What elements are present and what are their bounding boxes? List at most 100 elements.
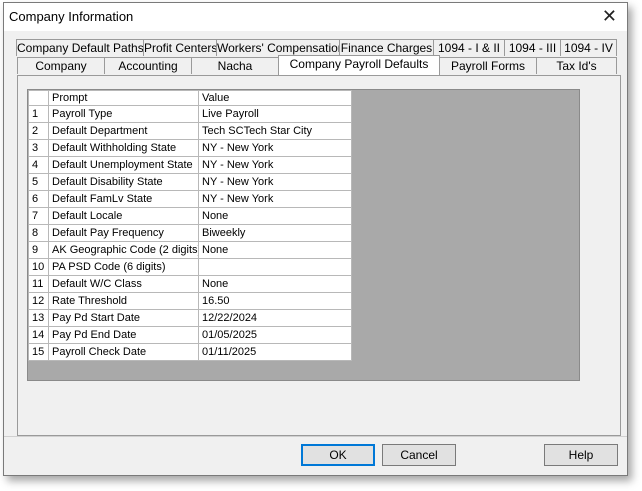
prompt-cell: Default Pay Frequency [48, 224, 199, 242]
tab-label: 1094 - III [508, 41, 557, 55]
tab-label: Accounting [118, 59, 178, 73]
prompt-cell: Pay Pd End Date [48, 326, 199, 344]
prompt-cell: AK Geographic Code (2 digits) [48, 241, 199, 259]
value-cell[interactable]: None [198, 275, 352, 293]
company-information-window: Company Information ✕ Company Default Pa… [3, 2, 628, 476]
cancel-button[interactable]: Cancel [382, 444, 456, 466]
close-icon[interactable]: ✕ [602, 6, 617, 26]
row-number: 4 [28, 156, 49, 174]
grid-area: Prompt Value 1 Payroll Type Live Payroll 2 D… [27, 89, 580, 381]
separator [4, 436, 627, 437]
value-cell[interactable]: NY - New York [198, 139, 352, 157]
tab-profit-centers[interactable]: Profit Centers [143, 39, 217, 56]
tab-strip: Company Default Paths Profit Centers Wor… [4, 31, 627, 77]
tab-1094-iv[interactable]: 1094 - IV [560, 39, 617, 56]
table-row[interactable]: 3 Default Withholding State NY - New York [28, 139, 352, 157]
tab-company-payroll-defaults[interactable]: Company Payroll Defaults [278, 55, 440, 75]
tab-label: 1094 - I & II [437, 41, 501, 55]
tab-accounting[interactable]: Accounting [104, 57, 192, 74]
value-cell[interactable]: Tech SCTech Star City [198, 122, 352, 140]
prompt-cell: Default Withholding State [48, 139, 199, 157]
value-cell[interactable]: 01/11/2025 [198, 343, 352, 361]
tab-label: Company Default Paths [17, 41, 144, 55]
row-number: 3 [28, 139, 49, 157]
value-cell[interactable]: 16.50 [198, 292, 352, 310]
tab-label: Workers' Compensation [217, 41, 340, 55]
table-row[interactable]: 11 Default W/C Class None [28, 275, 352, 293]
table-row[interactable]: 15 Payroll Check Date 01/11/2025 [28, 343, 352, 361]
value-cell[interactable]: Live Payroll [198, 105, 352, 123]
value-cell[interactable]: None [198, 241, 352, 259]
prompt-cell: Rate Threshold [48, 292, 199, 310]
payroll-defaults-grid[interactable]: Prompt Value 1 Payroll Type Live Payroll 2 D… [28, 90, 352, 361]
row-number: 5 [28, 173, 49, 191]
prompt-cell: PA PSD Code (6 digits) [48, 258, 199, 276]
row-number-header [28, 90, 49, 106]
prompt-cell: Default FamLv State [48, 190, 199, 208]
table-row[interactable]: 8 Default Pay Frequency Biweekly [28, 224, 352, 242]
prompt-column-header[interactable]: Prompt [48, 90, 199, 106]
row-number: 7 [28, 207, 49, 225]
title-bar: Company Information ✕ [4, 3, 627, 31]
table-row[interactable]: 13 Pay Pd Start Date 12/22/2024 [28, 309, 352, 327]
prompt-cell: Payroll Check Date [48, 343, 199, 361]
row-number: 9 [28, 241, 49, 259]
prompt-cell: Default Locale [48, 207, 199, 225]
value-column-header[interactable]: Value [198, 90, 352, 106]
tab-label: Tax Id's [556, 59, 597, 73]
tab-workers-compensation[interactable]: Workers' Compensation [216, 39, 340, 56]
value-cell[interactable]: NY - New York [198, 190, 352, 208]
help-button[interactable]: Help [544, 444, 618, 466]
prompt-cell: Pay Pd Start Date [48, 309, 199, 327]
table-row[interactable]: 10 PA PSD Code (6 digits) [28, 258, 352, 276]
tab-label: 1094 - IV [564, 41, 613, 55]
prompt-cell: Default Department [48, 122, 199, 140]
row-number: 6 [28, 190, 49, 208]
row-number: 13 [28, 309, 49, 327]
table-row[interactable]: 5 Default Disability State NY - New York [28, 173, 352, 191]
table-row[interactable]: 9 AK Geographic Code (2 digits) None [28, 241, 352, 259]
table-row[interactable]: 6 Default FamLv State NY - New York [28, 190, 352, 208]
ok-button[interactable]: OK [301, 444, 375, 466]
tab-1094-i-ii[interactable]: 1094 - I & II [433, 39, 505, 56]
table-row[interactable]: 1 Payroll Type Live Payroll [28, 105, 352, 123]
row-number: 14 [28, 326, 49, 344]
value-cell[interactable] [198, 258, 352, 276]
prompt-cell: Default Unemployment State [48, 156, 199, 174]
row-number: 8 [28, 224, 49, 242]
value-cell[interactable]: 01/05/2025 [198, 326, 352, 344]
window-title: Company Information [9, 9, 134, 24]
value-cell[interactable]: None [198, 207, 352, 225]
tab-payroll-forms[interactable]: Payroll Forms [439, 57, 537, 74]
value-cell[interactable]: NY - New York [198, 173, 352, 191]
tab-tax-ids[interactable]: Tax Id's [536, 57, 617, 74]
tab-finance-charges[interactable]: Finance Charges [339, 39, 434, 56]
tab-nacha[interactable]: Nacha [191, 57, 279, 74]
prompt-cell: Default Disability State [48, 173, 199, 191]
value-cell[interactable]: NY - New York [198, 156, 352, 174]
tab-company-default-paths[interactable]: Company Default Paths [16, 39, 144, 56]
tab-label: Finance Charges [340, 41, 433, 55]
grid-header-row: Prompt Value [28, 90, 352, 106]
prompt-cell: Default W/C Class [48, 275, 199, 293]
row-number: 12 [28, 292, 49, 310]
tab-1094-iii[interactable]: 1094 - III [504, 39, 561, 56]
table-row[interactable]: 14 Pay Pd End Date 01/05/2025 [28, 326, 352, 344]
prompt-cell: Payroll Type [48, 105, 199, 123]
tab-label: Payroll Forms [450, 59, 525, 73]
tab-label: Nacha [217, 59, 253, 73]
row-number: 10 [28, 258, 49, 276]
table-row[interactable]: 4 Default Unemployment State NY - New York [28, 156, 352, 174]
tab-label: Profit Centers [144, 41, 217, 55]
row-number: 11 [28, 275, 49, 293]
row-number: 15 [28, 343, 49, 361]
table-row[interactable]: 7 Default Locale None [28, 207, 352, 225]
value-cell[interactable]: 12/22/2024 [198, 309, 352, 327]
tab-company[interactable]: Company [17, 57, 105, 74]
row-number: 1 [28, 105, 49, 123]
row-number: 2 [28, 122, 49, 140]
value-cell[interactable]: Biweekly [198, 224, 352, 242]
table-row[interactable]: 2 Default Department Tech SCTech Star City [28, 122, 352, 140]
tab-label: Company [35, 59, 87, 73]
table-row[interactable]: 12 Rate Threshold 16.50 [28, 292, 352, 310]
